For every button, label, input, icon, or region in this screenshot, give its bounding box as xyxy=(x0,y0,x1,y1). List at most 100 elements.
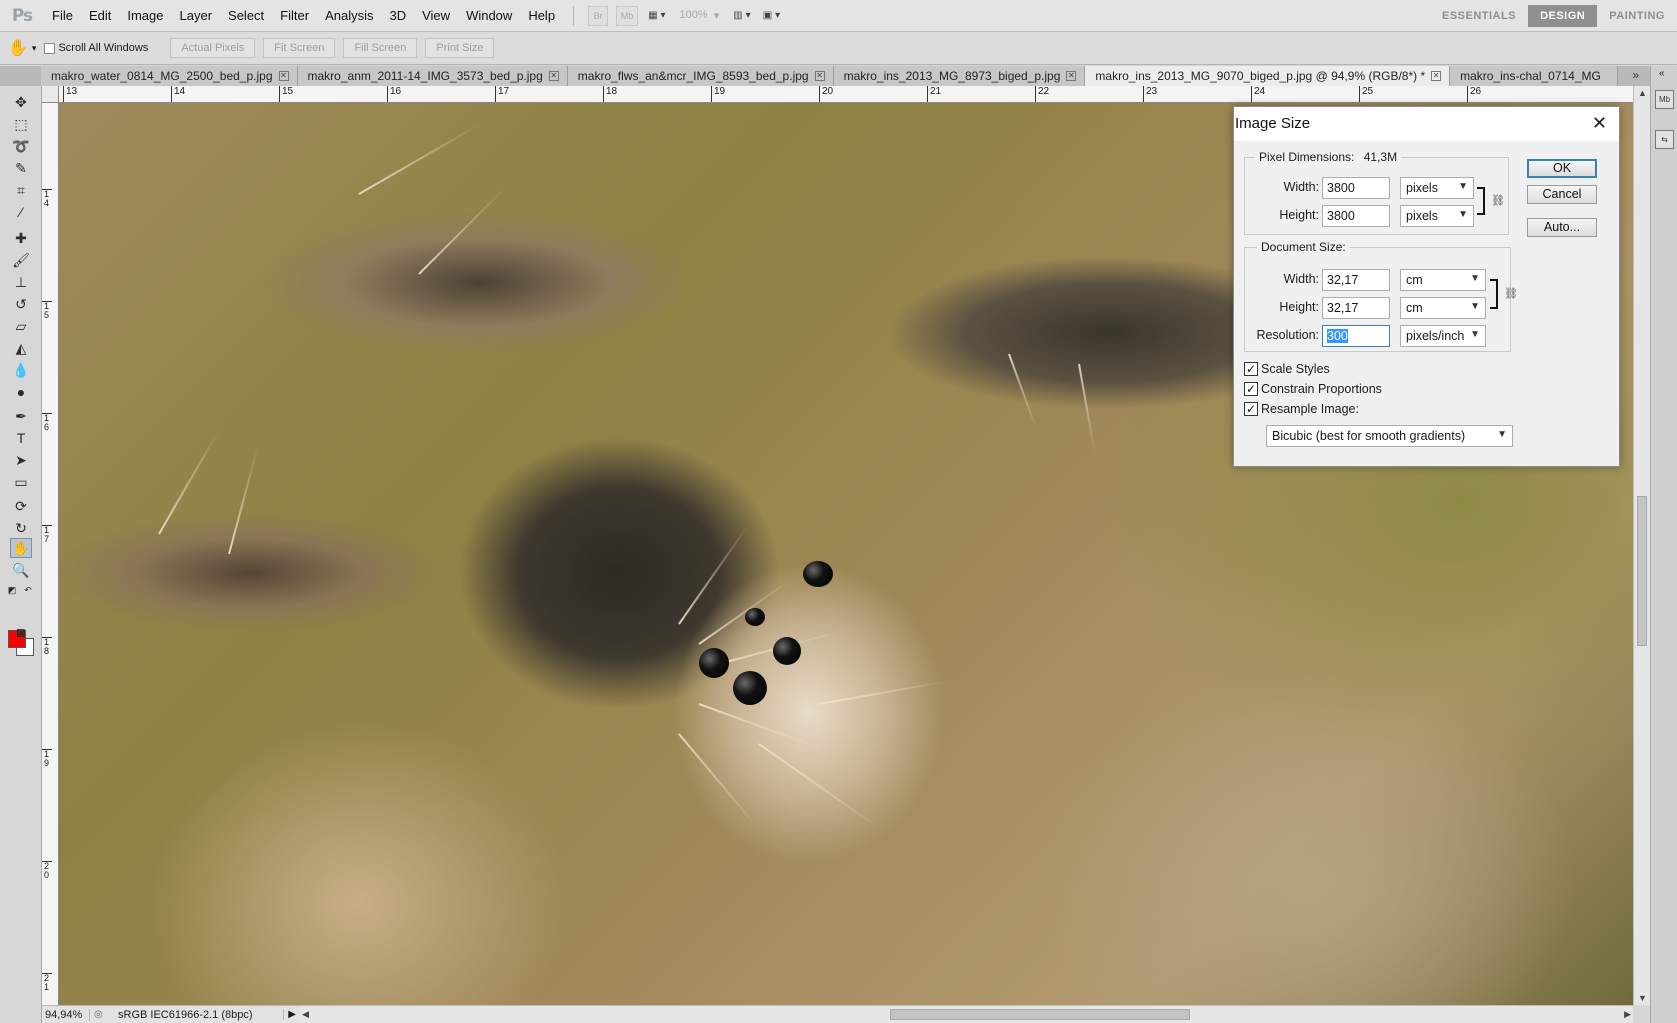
arrange-documents-button[interactable]: ▥ ▾ xyxy=(733,10,750,21)
doc-width-input[interactable]: 32,17 xyxy=(1322,269,1390,291)
menu-view[interactable]: View xyxy=(414,0,458,32)
workspace-essentials[interactable]: ESSENTIALS xyxy=(1430,5,1528,27)
scroll-left-icon[interactable]: ◀ xyxy=(302,1009,309,1020)
screen-mode-button[interactable]: ▣ ▾ xyxy=(763,10,780,21)
document-tab[interactable]: makro_ins_2013_MG_8973_biged_p.jpg ✕ xyxy=(833,66,1086,86)
path-selection-tool-icon[interactable]: ➤ xyxy=(10,450,32,470)
menu-help[interactable]: Help xyxy=(520,0,563,32)
vertical-ruler[interactable]: 14 15 16 17 18 19 20 21 xyxy=(42,103,59,1005)
zoom-level-dropdown[interactable]: 100% ▾ xyxy=(680,9,720,22)
workspace-painting[interactable]: PAINTING xyxy=(1597,5,1677,27)
scroll-up-icon[interactable]: ▲ xyxy=(1638,88,1647,98)
default-colors-icon[interactable]: ◩ xyxy=(6,580,18,600)
vertical-scrollbar[interactable]: ▲ ▼ xyxy=(1633,86,1650,1005)
dodge-tool-icon[interactable]: ● xyxy=(10,382,32,402)
brush-tool-icon[interactable]: 🖌 xyxy=(10,250,32,270)
actual-pixels-button[interactable]: Actual Pixels xyxy=(170,38,256,58)
auto-button[interactable]: Auto... xyxy=(1527,218,1597,237)
print-size-button[interactable]: Print Size xyxy=(425,38,495,58)
constrain-proportions-checkbox[interactable]: ✓ xyxy=(1244,382,1258,396)
scroll-down-icon[interactable]: ▼ xyxy=(1638,993,1647,1003)
constrain-proportions-option[interactable]: ✓ Constrain Proportions xyxy=(1244,382,1382,396)
resolution-unit-select[interactable]: pixels/inch ▼ xyxy=(1400,325,1486,347)
ok-button[interactable]: OK xyxy=(1527,159,1597,178)
menu-3d[interactable]: 3D xyxy=(381,0,414,32)
scroll-all-windows-toggle[interactable]: Scroll All Windows xyxy=(44,42,148,54)
quick-selection-tool-icon[interactable]: ✎ xyxy=(10,158,32,178)
crop-tool-icon[interactable]: ⌗ xyxy=(10,180,32,200)
close-icon[interactable]: ✕ xyxy=(548,71,559,81)
menu-analysis[interactable]: Analysis xyxy=(317,0,381,32)
mini-bridge-button[interactable]: Mb xyxy=(616,5,639,26)
paint-bucket-tool-icon[interactable]: ◭ xyxy=(10,338,32,358)
horizontal-scroll-thumb[interactable] xyxy=(890,1009,1190,1020)
3d-rotate-tool-icon[interactable]: ⟳ xyxy=(10,496,32,516)
pixel-width-unit-select[interactable]: pixels ▼ xyxy=(1400,177,1474,199)
close-icon[interactable]: ✕ xyxy=(1066,71,1077,81)
status-menu-arrow-icon[interactable]: ▶ xyxy=(283,1009,300,1020)
close-icon[interactable]: ✕ xyxy=(1592,113,1607,134)
menu-select[interactable]: Select xyxy=(220,0,272,32)
move-tool-icon[interactable]: ✥ xyxy=(10,92,32,112)
scroll-all-windows-checkbox[interactable] xyxy=(44,42,56,54)
horizontal-scrollbar[interactable]: ◀ ▶ xyxy=(300,1005,1633,1023)
zoom-tool-icon[interactable]: 🔍 xyxy=(10,560,32,580)
vertical-scroll-thumb[interactable] xyxy=(1637,496,1647,646)
scale-styles-option[interactable]: ✓ Scale Styles xyxy=(1244,362,1330,376)
menu-filter[interactable]: Filter xyxy=(272,0,317,32)
resample-image-option[interactable]: ✓ Resample Image: xyxy=(1244,402,1359,416)
type-tool-icon[interactable]: T xyxy=(10,428,32,448)
cancel-button[interactable]: Cancel xyxy=(1527,185,1597,204)
resolution-input[interactable]: 300 xyxy=(1322,325,1390,347)
menu-window[interactable]: Window xyxy=(458,0,520,32)
dialog-title-bar[interactable]: Image Size ✕ xyxy=(1234,107,1619,141)
status-zoom-level[interactable]: 94,94% xyxy=(42,1008,90,1021)
close-icon[interactable]: ✕ xyxy=(814,71,825,81)
document-tab[interactable]: makro_anm_2011-14_IMG_3573_bed_p.jpg ✕ xyxy=(297,66,568,86)
clone-stamp-tool-icon[interactable]: ⊥ xyxy=(10,272,32,292)
fit-screen-button[interactable]: Fit Screen xyxy=(263,38,336,58)
document-tab-active[interactable]: makro_ins_2013_MG_9070_biged_p.jpg @ 94,… xyxy=(1085,66,1451,86)
history-brush-tool-icon[interactable]: ↺ xyxy=(10,294,32,314)
menu-layer[interactable]: Layer xyxy=(172,0,221,32)
document-tab[interactable]: makro_flws_an&mcr_IMG_8593_bed_p.jpg ✕ xyxy=(567,66,834,86)
tool-preset-picker[interactable]: ✋ ▾ xyxy=(8,38,36,58)
eyedropper-tool-icon[interactable]: ⁄ xyxy=(10,202,32,222)
pixel-height-unit-select[interactable]: pixels ▼ xyxy=(1400,205,1474,227)
menu-edit[interactable]: Edit xyxy=(81,0,119,32)
pixel-width-input[interactable]: 3800 xyxy=(1322,177,1390,199)
scale-styles-checkbox[interactable]: ✓ xyxy=(1244,362,1258,376)
bridge-button[interactable]: Br xyxy=(588,5,609,26)
resample-method-select[interactable]: Bicubic (best for smooth gradients) ▼ xyxy=(1266,425,1513,447)
doc-height-unit-select[interactable]: cm ▼ xyxy=(1400,297,1486,319)
view-extras-button[interactable]: ▦ ▾ xyxy=(648,10,665,21)
close-icon[interactable]: ✕ xyxy=(1431,71,1442,81)
scroll-right-icon[interactable]: ▶ xyxy=(1624,1009,1631,1020)
workspace-design[interactable]: DESIGN xyxy=(1528,5,1598,27)
history-panel-icon[interactable]: ⇆ xyxy=(1655,130,1674,149)
menu-image[interactable]: Image xyxy=(119,0,171,32)
ruler-origin[interactable] xyxy=(42,86,59,103)
resample-image-checkbox[interactable]: ✓ xyxy=(1244,402,1258,416)
marquee-tool-icon[interactable]: ⬚ xyxy=(10,114,32,134)
3d-orbit-tool-icon[interactable]: ↻ xyxy=(10,518,32,538)
blur-tool-icon[interactable]: 💧 xyxy=(10,360,32,380)
swap-colors-icon[interactable]: ↶ xyxy=(22,580,34,600)
fill-screen-button[interactable]: Fill Screen xyxy=(343,38,418,58)
close-icon[interactable]: ✕ xyxy=(278,71,289,81)
document-tab[interactable]: makro_ins-chal_0714_MG xyxy=(1450,66,1619,86)
doc-height-input[interactable]: 32,17 xyxy=(1322,297,1390,319)
menu-file[interactable]: File xyxy=(44,0,81,32)
rectangle-tool-icon[interactable]: ▭ xyxy=(10,472,32,492)
expand-panels-icon[interactable]: « xyxy=(1659,68,1665,79)
pen-tool-icon[interactable]: ✒ xyxy=(10,406,32,426)
pixel-height-input[interactable]: 3800 xyxy=(1322,205,1390,227)
document-tab[interactable]: makro_water_0814_MG_2500_bed_p.jpg ✕ xyxy=(41,66,298,86)
healing-brush-tool-icon[interactable]: ✚ xyxy=(10,228,32,248)
tab-overflow-button[interactable]: » xyxy=(1632,68,1639,82)
doc-width-unit-select[interactable]: cm ▼ xyxy=(1400,269,1486,291)
horizontal-ruler[interactable]: 13 14 15 16 17 18 19 20 21 22 23 24 25 2… xyxy=(59,86,1633,103)
lasso-tool-icon[interactable]: ➰ xyxy=(10,136,32,156)
hand-tool-icon[interactable]: ✋ xyxy=(10,538,32,558)
mini-bridge-panel-icon[interactable]: Mb xyxy=(1655,90,1674,109)
